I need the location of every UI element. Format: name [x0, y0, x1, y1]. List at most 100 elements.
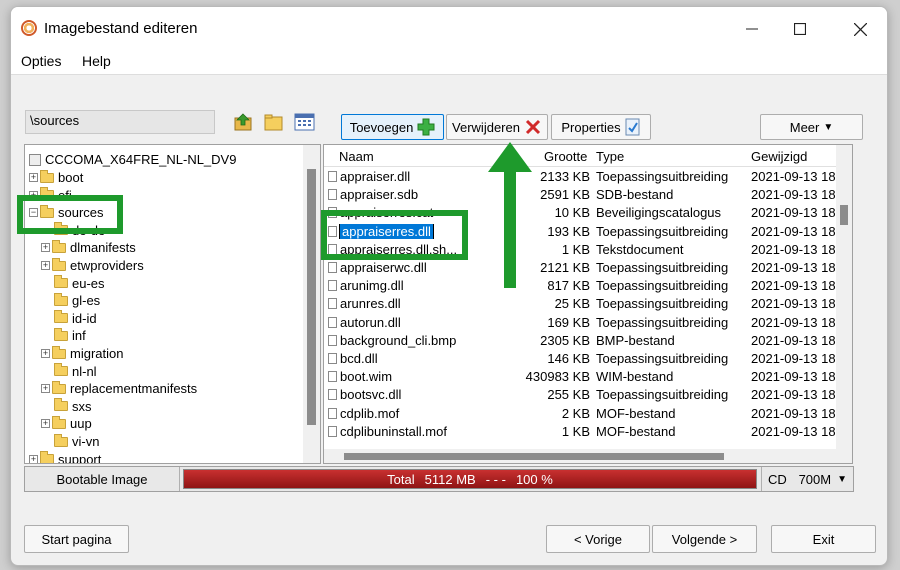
file-list[interactable]: Naam Grootte Type Gewijzigd appraiser.dl…: [323, 144, 853, 464]
list-hscrollbar[interactable]: [324, 449, 838, 463]
type-cell: Toepassingsuitbreiding: [596, 351, 729, 366]
list-item[interactable]: background_cli.bmp 2305 KB BMP-bestand 2021…: [324, 332, 841, 350]
folder-icon: [54, 433, 68, 447]
column-name[interactable]: Naam: [339, 149, 374, 164]
tree-scrollbar[interactable]: [303, 145, 320, 463]
list-item[interactable]: autorun.dll 169 KB Toepassingsuitbreiding 2…: [324, 314, 841, 332]
add-button-label: Toevoegen: [349, 119, 414, 135]
file-name: bcd.dll: [340, 351, 378, 366]
close-button[interactable]: [837, 15, 883, 43]
file-name: boot.wim: [340, 369, 393, 385]
media-type: CD: [768, 471, 787, 487]
column-type[interactable]: Type: [596, 149, 624, 164]
list-item[interactable]: appraiser.sdb 2591 KB SDB-bestand 2021-09-1…: [324, 186, 841, 204]
expand-icon[interactable]: +: [29, 173, 38, 182]
expand-icon[interactable]: +: [41, 261, 50, 270]
folder-icon: [52, 415, 66, 429]
tree-item[interactable]: id-id: [41, 310, 97, 327]
remove-button[interactable]: Verwijderen: [446, 114, 548, 140]
list-item[interactable]: cdplibuninstall.mof 1 KB MOF-bestand 2021-0…: [324, 423, 841, 441]
type-cell: Toepassingsuitbreiding: [596, 260, 729, 275]
previous-button[interactable]: < Vorige: [546, 525, 650, 553]
media-select[interactable]: CD 700M ▼: [761, 467, 853, 491]
close-icon: [853, 22, 867, 36]
type-cell: Toepassingsuitbreiding: [596, 278, 729, 294]
add-button[interactable]: Toevoegen: [341, 114, 444, 140]
list-hscroll-thumb[interactable]: [344, 453, 724, 460]
open-folder-icon[interactable]: [263, 112, 285, 132]
expand-icon[interactable]: +: [41, 419, 50, 429]
folder-up-icon[interactable]: [233, 112, 255, 132]
tree-item[interactable]: gl-es: [41, 292, 100, 309]
properties-button[interactable]: Properties: [551, 114, 651, 140]
tree-label: inf: [72, 328, 86, 344]
tree-item[interactable]: + dlmanifests: [41, 239, 136, 256]
tree-item[interactable]: nl-nl: [41, 363, 97, 380]
name-cell: arunres.dll: [328, 296, 528, 311]
tree-item[interactable]: eu-es: [41, 275, 105, 292]
list-item[interactable]: arunimg.dll 817 KB Toepassingsuitbreiding 2…: [324, 277, 841, 295]
list-item[interactable]: bootsvc.dll 255 KB Toepassingsuitbreiding 2…: [324, 386, 841, 404]
expand-icon[interactable]: +: [41, 349, 50, 358]
list-item[interactable]: arunres.dll 25 KB Toepassingsuitbreiding 20…: [324, 295, 841, 313]
expand-icon[interactable]: +: [41, 243, 50, 253]
file-icon: [328, 425, 337, 437]
delete-x-icon: [525, 119, 541, 135]
minimize-button[interactable]: [729, 15, 775, 43]
start-page-button[interactable]: Start pagina: [24, 525, 129, 553]
folder-icon: [52, 257, 66, 271]
list-item[interactable]: appraiserwc.dll 2121 KB Toepassingsuitbrei…: [324, 259, 841, 277]
file-name: appraiser.dll: [340, 169, 411, 184]
list-vscrollbar[interactable]: [836, 145, 852, 463]
path-field[interactable]: \sources: [25, 110, 215, 134]
file-icon: [328, 189, 337, 201]
tree-scroll-thumb[interactable]: [307, 169, 316, 425]
list-item[interactable]: cdplib.mof 2 KB MOF-bestand 2021-09-13 18..: [324, 405, 841, 423]
expand-icon[interactable]: +: [41, 384, 50, 394]
disc-icon: [29, 153, 41, 166]
file-icon: [328, 389, 337, 401]
column-size[interactable]: Grootte: [544, 149, 587, 164]
tree-item[interactable]: + etwproviders: [41, 257, 144, 274]
column-modified[interactable]: Gewijzigd: [751, 149, 807, 164]
expand-icon[interactable]: +: [29, 454, 38, 463]
tree-item[interactable]: vi-vn: [41, 433, 99, 450]
next-button[interactable]: Volgende >: [652, 525, 757, 553]
percent-text: 100 %: [515, 471, 553, 487]
list-item[interactable]: boot.wim 430983 KB WIM-bestand 2021-09-13 1…: [324, 368, 841, 386]
tree-item[interactable]: + boot: [29, 169, 83, 186]
folder-icon: [54, 327, 68, 341]
tree-label: CCCOMA_X64FRE_NL-NL_DV9: [45, 152, 237, 167]
tree-label: eu-es: [72, 275, 105, 291]
media-capacity: 700M: [798, 471, 832, 487]
tree-item[interactable]: + uup: [41, 415, 92, 432]
folder-icon: [52, 345, 66, 359]
tree-item[interactable]: + replacementmanifests: [41, 380, 197, 397]
folder-icon: [54, 275, 68, 289]
size-cell: 1 KB: [561, 423, 590, 439]
date-cell: 2021-09-13 18..: [751, 423, 841, 439]
tree-item[interactable]: inf: [41, 327, 86, 344]
list-item[interactable]: bcd.dll 146 KB Toepassingsuitbreiding 2021-…: [324, 350, 841, 368]
name-cell: boot.wim: [328, 369, 528, 384]
list-vscroll-thumb[interactable]: [840, 205, 848, 225]
tree-item[interactable]: + support: [29, 451, 101, 463]
more-button[interactable]: Meer ▼: [760, 114, 863, 140]
name-cell: autorun.dll: [328, 315, 528, 330]
date-cell: 2021-09-13 18..: [751, 369, 841, 385]
tree-root[interactable]: CCCOMA_X64FRE_NL-NL_DV9: [29, 151, 236, 168]
menu-opties[interactable]: Opties: [21, 53, 61, 69]
maximize-icon: [794, 23, 806, 35]
type-cell: Toepassingsuitbreiding: [596, 169, 729, 184]
list-item[interactable]: appraiser.dll 2133 KB Toepassingsuitbreidi…: [324, 168, 841, 186]
menu-help[interactable]: Help: [82, 53, 111, 69]
folder-tree[interactable]: CCCOMA_X64FRE_NL-NL_DV9 + boot + efi − sources…: [24, 144, 321, 464]
tree-item[interactable]: + migration: [41, 345, 123, 362]
dropdown-arrow-icon: ▼: [823, 121, 834, 133]
maximize-button[interactable]: [777, 15, 823, 43]
tree-item[interactable]: sxs: [41, 398, 92, 415]
view-details-icon[interactable]: [294, 112, 316, 132]
window-title: Imagebestand editeren: [44, 20, 198, 37]
date-cell: 2021-09-13 18..: [751, 260, 841, 275]
exit-button[interactable]: Exit: [771, 525, 876, 553]
